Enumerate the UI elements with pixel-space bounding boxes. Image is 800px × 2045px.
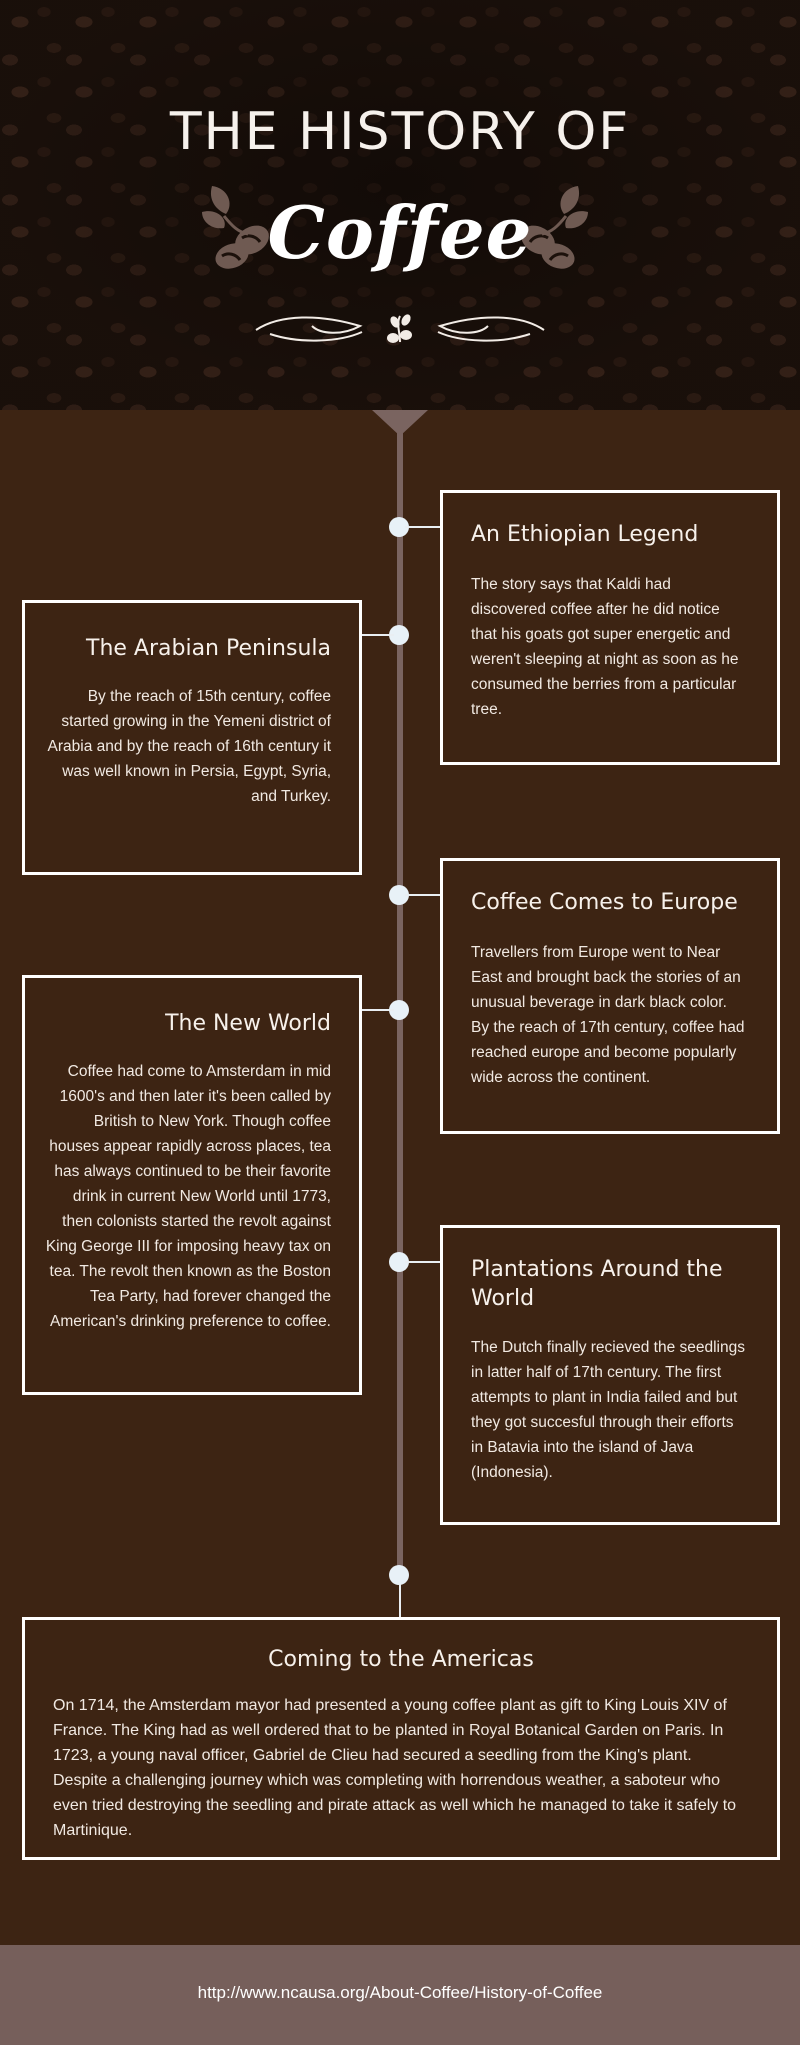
card-text: Coffee had come to Amsterdam in mid 1600… bbox=[45, 1062, 331, 1330]
card-text: The Dutch finally recieved the seedlings… bbox=[471, 1339, 745, 1482]
timeline-connector bbox=[405, 526, 441, 528]
timeline-card-coffee-comes-to-europe: Coffee Comes to Europe Travellers from E… bbox=[440, 858, 780, 1134]
card-title: The New World bbox=[165, 1011, 331, 1036]
source-link[interactable]: http://www.ncausa.org/About-Coffee/Histo… bbox=[0, 1983, 800, 2003]
timeline-line bbox=[397, 410, 403, 1580]
timeline-connector bbox=[405, 894, 441, 896]
card-title: The Arabian Peninsula bbox=[86, 636, 331, 661]
header-banner: THE HISTORY OF Coffee bbox=[0, 0, 800, 410]
footer: http://www.ncausa.org/About-Coffee/Histo… bbox=[0, 1945, 800, 2045]
flourish-divider-icon bbox=[255, 314, 545, 343]
timeline-connector bbox=[405, 1261, 441, 1263]
card-title: Coffee Comes to Europe bbox=[471, 890, 738, 915]
card-text: The story says that Kaldi had discovered… bbox=[471, 575, 739, 718]
card-title: An Ethiopian Legend bbox=[471, 522, 699, 547]
page-title: THE HISTORY OF bbox=[169, 102, 631, 162]
timeline-card-arabian-peninsula: The Arabian Peninsula By the reach of 15… bbox=[22, 600, 362, 875]
timeline-connector bbox=[399, 1584, 401, 1618]
timeline-connector bbox=[360, 634, 394, 636]
timeline-dot bbox=[389, 1565, 409, 1585]
card-text: On 1714, the Amsterdam mayor had present… bbox=[53, 1696, 737, 1839]
timeline-connector bbox=[360, 1009, 394, 1011]
card-title: Coming to the Americas bbox=[268, 1647, 534, 1672]
card-title: Plantations Around the World bbox=[471, 1257, 723, 1311]
timeline-notch bbox=[372, 410, 428, 436]
card-text: By the reach of 15th century, coffee sta… bbox=[47, 687, 331, 805]
card-text: Travellers from Europe went to Near East… bbox=[471, 943, 745, 1086]
page-subtitle: Coffee bbox=[267, 190, 533, 275]
timeline-card-americas: Coming to the Americas On 1714, the Amst… bbox=[22, 1617, 780, 1860]
timeline-card-plantations: Plantations Around the World The Dutch f… bbox=[440, 1225, 780, 1525]
timeline-card-ethiopian-legend: An Ethiopian Legend The story says that … bbox=[440, 490, 780, 765]
timeline-card-new-world: The New World Coffee had come to Amsterd… bbox=[22, 975, 362, 1395]
